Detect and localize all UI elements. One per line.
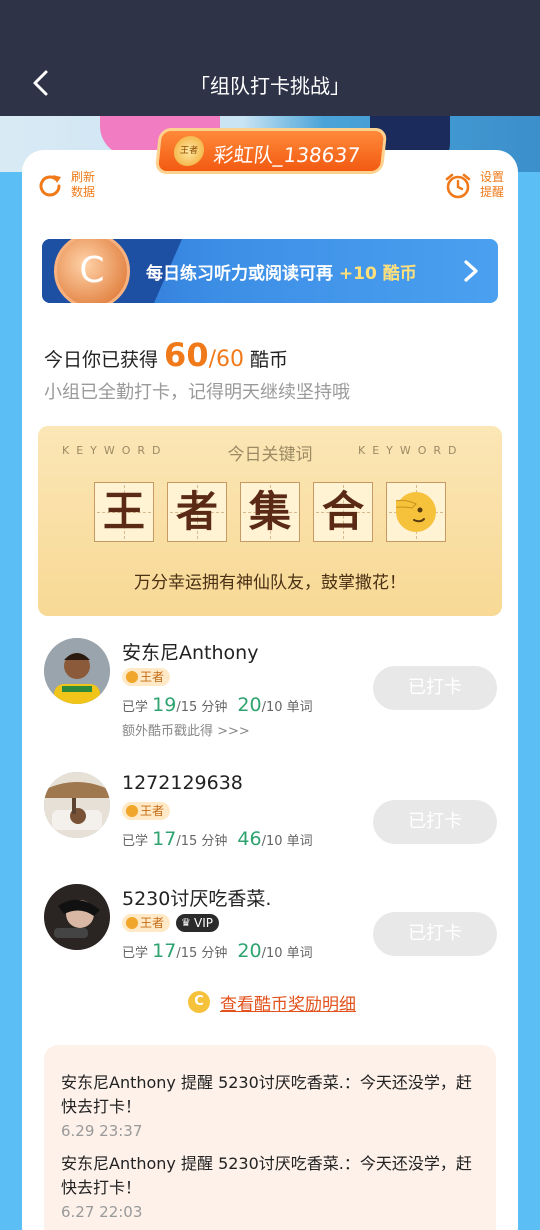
- member-name: 安东尼Anthony: [122, 642, 259, 664]
- king-badge: 王者: [122, 668, 171, 686]
- refresh-label-line2: 数据: [71, 185, 96, 199]
- king-badge: 王者: [122, 914, 171, 932]
- keyword-card: KEYWORD 今日关键词 KEYWORD 王 者 集 合 万分幸运拥有神仙队友…: [38, 426, 502, 616]
- member-row: 1272129638 王者 已学 17/15 分钟 46/10 单词 已打卡: [44, 772, 504, 882]
- practice-promo-banner[interactable]: C 每日练习听力或阅读可再 +10 酷币: [42, 239, 498, 303]
- king-badge: 王者: [122, 802, 171, 820]
- chevron-right-icon: [464, 260, 478, 282]
- refresh-label-line1: 刷新: [71, 170, 96, 184]
- keyword-char: 集: [240, 482, 300, 542]
- avatar[interactable]: [44, 884, 110, 950]
- promo-reward: +10 酷币: [338, 264, 417, 284]
- words-value: 46: [237, 828, 262, 850]
- salute-emoji-icon: [386, 482, 446, 542]
- remind-label-line1: 设置: [480, 170, 505, 184]
- nav-bar: 「组队打卡挑战」: [0, 0, 540, 116]
- avatar[interactable]: [44, 638, 110, 704]
- reminder-text: 安东尼Anthony 提醒 5230讨厌吃香菜.：今天还没学，赶快去打卡！: [61, 1154, 472, 1197]
- remind-label-line2: 提醒: [480, 185, 505, 199]
- coin-icon: C: [188, 991, 210, 1013]
- alarm-clock-icon: [445, 173, 471, 199]
- keyword-char: 王: [94, 482, 154, 542]
- team-name: 彩虹队_138637: [212, 143, 362, 167]
- earned-label: 今日你已获得: [44, 349, 165, 371]
- team-name-badge: 王者 彩虹队_138637: [154, 128, 388, 174]
- extra-coins-link[interactable]: 额外酷币戳此得 >>>: [122, 720, 250, 739]
- vip-badge: VIP: [176, 914, 219, 932]
- member-stats: 已学 17/15 分钟 20/10 单词: [122, 940, 313, 962]
- reminder-message: 安东尼Anthony 提醒 5230讨厌吃香菜.：今天还没学，赶快去打卡！ 6.…: [61, 1071, 481, 1143]
- promo-text: 每日练习听力或阅读可再 +10 酷币: [146, 264, 417, 284]
- minutes-value: 19: [152, 694, 177, 716]
- earned-subtitle: 小组已全勤打卡，记得明天继续坚持哦: [44, 382, 350, 403]
- keyword-motto: 万分幸运拥有神仙队友，鼓掌撒花！: [134, 573, 406, 593]
- member-stats: 已学 17/15 分钟 46/10 单词: [122, 828, 313, 850]
- coin-reward-details-label: 查看酷币奖励明细: [220, 995, 356, 1015]
- member-stats: 已学 19/15 分钟 20/10 单词: [122, 694, 313, 716]
- reminder-text: 安东尼Anthony 提醒 5230讨厌吃香菜.：今天还没学，赶快去打卡！: [61, 1073, 472, 1116]
- member-name: 1272129638: [122, 772, 243, 794]
- words-value: 20: [237, 694, 262, 716]
- words-value: 20: [237, 940, 262, 962]
- minutes-value: 17: [152, 940, 177, 962]
- earned-value: 60: [164, 336, 209, 374]
- page-title: 「组队打卡挑战」: [190, 74, 350, 98]
- checked-in-button[interactable]: 已打卡: [373, 666, 497, 710]
- reminder-time: 6.29 23:37: [61, 1122, 143, 1140]
- keyword-label-right: KEYWORD: [358, 444, 464, 457]
- minutes-value: 17: [152, 828, 177, 850]
- refresh-icon: [39, 175, 61, 197]
- avatar[interactable]: [44, 772, 110, 838]
- keyword-char: 合: [313, 482, 373, 542]
- earned-max: /60: [208, 347, 244, 372]
- member-row: 安东尼Anthony 王者 已学 19/15 分钟 20/10 单词 额外酷币戳此…: [44, 638, 504, 748]
- reminder-time: 6.27 22:03: [61, 1203, 143, 1221]
- keyword-char: 者: [167, 482, 227, 542]
- member-row: 5230讨厌吃香菜. 王者 VIP 已学 17/15 分钟20/10 单词 已打…: [44, 884, 504, 994]
- king-rank-icon: 王者: [172, 136, 206, 166]
- reminder-message: 安东尼Anthony 提醒 5230讨厌吃香菜.：今天还没学，赶快去打卡！ 6.…: [61, 1152, 481, 1224]
- member-name: 5230讨厌吃香菜.: [122, 888, 272, 910]
- coin-icon: C: [54, 239, 130, 303]
- checked-in-button[interactable]: 已打卡: [373, 912, 497, 956]
- reminder-messages: 安东尼Anthony 提醒 5230讨厌吃香菜.：今天还没学，赶快去打卡！ 6.…: [44, 1045, 496, 1230]
- earned-unit: 酷币: [250, 349, 289, 371]
- earned-today: 今日你已获得 60/60 酷币: [44, 336, 288, 374]
- checked-in-button[interactable]: 已打卡: [373, 800, 497, 844]
